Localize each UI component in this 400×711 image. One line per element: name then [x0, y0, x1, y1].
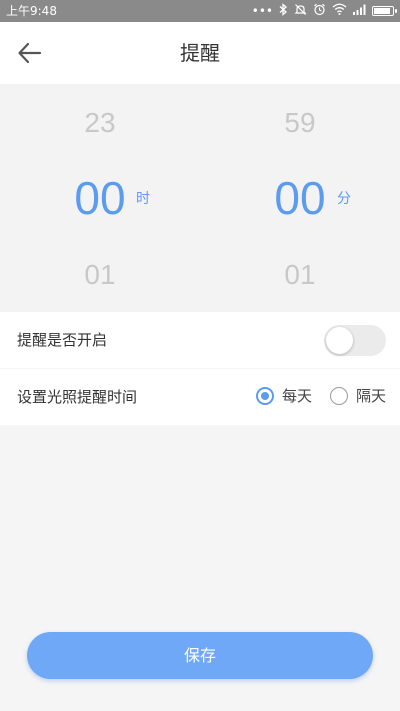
hour-next[interactable]: 01 — [0, 258, 200, 292]
radio-every-other-day-label: 隔天 — [355, 387, 386, 405]
radio-every-day[interactable]: 每天 — [255, 386, 312, 406]
status-icons: ••• — [251, 2, 397, 20]
status-bar: 上午9:48 ••• — [0, 0, 400, 22]
page-title: 提醒 — [180, 41, 220, 65]
reminder-page: 上午9:48 ••• 提醒 23 00 时 01 59 00 分 01 提醒是否… — [0, 0, 400, 711]
reminder-toggle[interactable] — [324, 325, 386, 356]
more-dots-icon: ••• — [251, 4, 273, 18]
minute-wheel[interactable]: 59 00 分 01 — [200, 84, 400, 312]
hour-wheel[interactable]: 23 00 时 01 — [0, 84, 200, 312]
light-time-label: 设置光照提醒时间 — [17, 388, 138, 406]
battery-icon — [372, 6, 397, 16]
minute-current[interactable]: 00 — [200, 172, 400, 224]
status-time: 上午9:48 — [6, 4, 57, 18]
hour-unit: 时 — [136, 191, 150, 207]
minute-unit: 分 — [337, 191, 351, 207]
hour-prev[interactable]: 23 — [0, 106, 200, 140]
hour-current[interactable]: 00 — [0, 172, 200, 224]
bluetooth-icon — [279, 2, 288, 20]
radio-every-other-day[interactable]: 隔天 — [329, 386, 386, 406]
wifi-icon — [332, 3, 347, 19]
reminder-toggle-row: 提醒是否开启 — [0, 312, 400, 368]
light-time-row: 设置光照提醒时间 每天 隔天 — [0, 369, 400, 425]
radio-unchecked-icon — [329, 387, 348, 405]
minute-next[interactable]: 01 — [200, 258, 400, 292]
radio-every-day-label: 每天 — [281, 387, 312, 405]
signal-icon — [353, 3, 366, 19]
toggle-knob — [326, 327, 353, 354]
save-button[interactable]: 保存 — [27, 632, 373, 679]
reminder-label: 提醒是否开启 — [17, 331, 108, 349]
time-picker[interactable]: 23 00 时 01 59 00 分 01 — [0, 84, 400, 312]
radio-checked-icon — [255, 387, 274, 405]
header: 提醒 — [0, 22, 400, 84]
frequency-radio-group: 每天 隔天 — [255, 386, 386, 406]
mute-icon — [294, 3, 307, 20]
alarm-icon — [313, 3, 326, 20]
minute-prev[interactable]: 59 — [200, 106, 400, 140]
